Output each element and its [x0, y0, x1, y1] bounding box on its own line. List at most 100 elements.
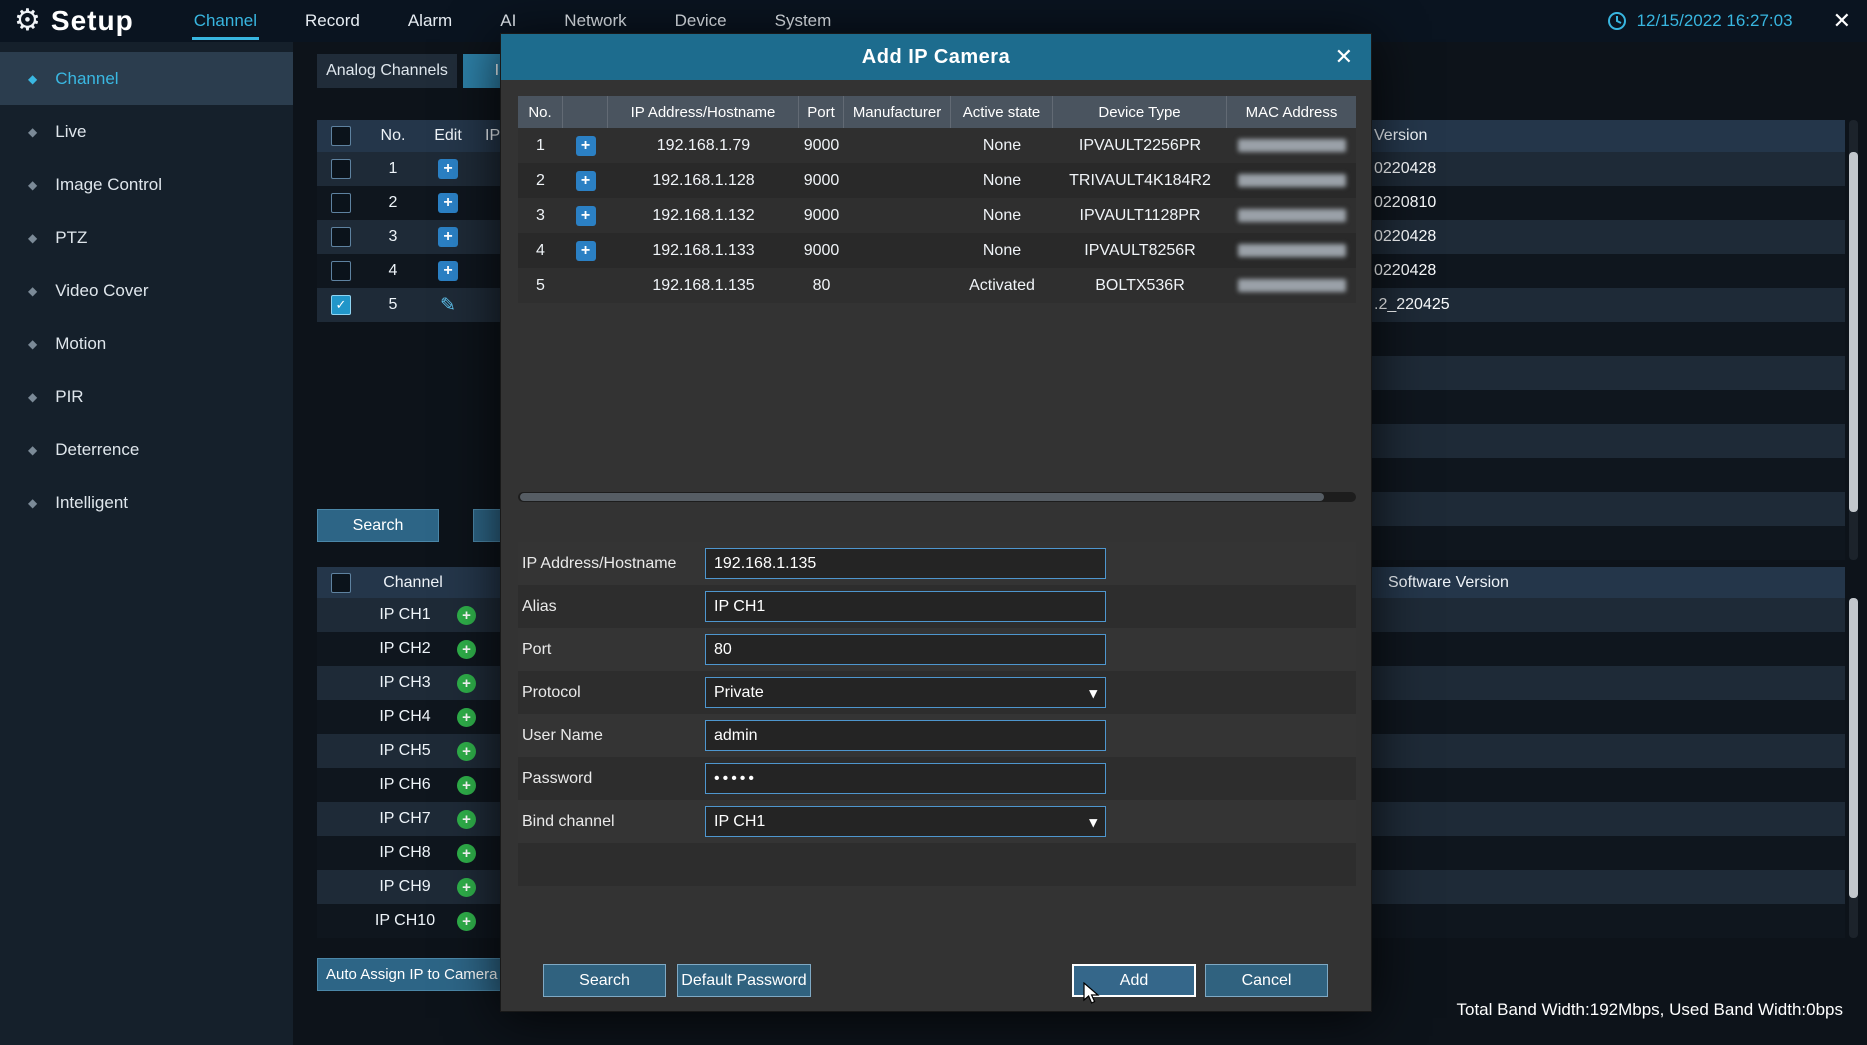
col-header-ip-address-hostname: IP Address/Hostname — [608, 96, 799, 128]
sidebar-bullet-icon: ◆ — [28, 390, 37, 404]
sidebar-item-motion[interactable]: ◆Motion — [0, 317, 293, 370]
sidebar-item-label: Channel — [55, 69, 118, 89]
row-checkbox[interactable] — [331, 227, 351, 247]
row-checkbox[interactable]: ✓ — [331, 295, 351, 315]
add-ip-camera-button[interactable]: + — [457, 912, 476, 931]
select-all-checkbox[interactable] — [331, 126, 351, 146]
add-channel-button[interactable]: + — [438, 193, 458, 213]
add-ip-camera-button[interactable]: + — [457, 742, 476, 761]
device-table-rows: 1+192.168.1.799000NoneIPVAULT2256PR2+192… — [518, 128, 1356, 303]
scrollbar-thumb[interactable] — [1849, 152, 1858, 512]
device-port: 9000 — [799, 207, 844, 225]
menu-item-channel[interactable]: Channel — [192, 0, 259, 42]
select-protocol[interactable]: Private▾ — [705, 677, 1106, 708]
row-number: 5 — [365, 296, 421, 314]
device-no: 1 — [518, 137, 563, 155]
add-ip-camera-button[interactable]: + — [457, 674, 476, 693]
add-channel-button[interactable]: + — [438, 227, 458, 247]
input-user-name[interactable] — [705, 720, 1106, 751]
sidebar-item-pir[interactable]: ◆ PIR — [0, 370, 293, 423]
device-active-state: None — [951, 137, 1053, 155]
add-device-button[interactable]: + — [576, 206, 596, 226]
device-port: 9000 — [799, 242, 844, 260]
add-channel-button[interactable]: + — [438, 159, 458, 179]
topbar-right: 12/15/2022 16:27:03 ✕ — [1607, 8, 1851, 34]
firmware-version: 0220428 — [1374, 220, 1436, 254]
menu-item-record[interactable]: Record — [303, 0, 362, 42]
sidebar-item-label: Video Cover — [55, 281, 148, 301]
add-ip-camera-button[interactable]: + — [457, 844, 476, 863]
channel-label: IP CH6 — [365, 776, 445, 794]
sidebar-item-ptz[interactable]: ◆PTZ — [0, 211, 293, 264]
mouse-cursor — [1082, 982, 1104, 1006]
sidebar-item-video-cover[interactable]: ◆Video Cover — [0, 264, 293, 317]
edit-icon[interactable]: ✎ — [440, 294, 456, 317]
add-ip-camera-dialog: Add IP Camera ✕ No.IP Address/HostnamePo… — [500, 33, 1372, 1012]
mac-address-redacted — [1238, 174, 1346, 187]
add-ip-camera-button[interactable]: + — [457, 606, 476, 625]
sidebar-item-label: Deterrence — [55, 440, 139, 460]
horizontal-scrollbar-track — [518, 492, 1356, 502]
search-button[interactable]: Search — [543, 964, 666, 997]
device-type: IPVAULT1128PR — [1053, 207, 1227, 225]
sidebar-item-live[interactable]: ◆Live — [0, 105, 293, 158]
sidebar-bullet-icon: ◆ — [28, 337, 37, 351]
device-type: TRIVAULT4K184R2 — [1053, 172, 1227, 190]
firmware-version: 0220810 — [1374, 186, 1436, 220]
add-ip-camera-button[interactable]: + — [457, 708, 476, 727]
row-checkbox[interactable] — [331, 159, 351, 179]
app-close-icon[interactable]: ✕ — [1833, 8, 1851, 34]
sidebar-item-label: PIR — [55, 387, 83, 407]
input-port[interactable] — [705, 634, 1106, 665]
device-no: 4 — [518, 242, 563, 260]
sidebar-item-label: PTZ — [55, 228, 87, 248]
device-type: IPVAULT2256PR — [1053, 137, 1227, 155]
sidebar-bullet-icon: ◆ — [28, 178, 37, 192]
sidebar-item-image-control[interactable]: ◆ Image Control — [0, 158, 293, 211]
channel-label: IP CH10 — [365, 912, 445, 930]
selected-value: IP CH1 — [714, 813, 765, 831]
row-checkbox[interactable] — [331, 261, 351, 281]
channel-label: IP CH7 — [365, 810, 445, 828]
row-number: 4 — [365, 262, 421, 280]
row-number: 3 — [365, 228, 421, 246]
dialog-close-icon[interactable]: ✕ — [1335, 34, 1353, 80]
default-password-button[interactable]: Default Password — [677, 964, 811, 997]
add-device-button[interactable]: + — [576, 136, 596, 156]
tab-analog-channels[interactable]: Analog Channels — [317, 54, 457, 88]
input-ip-address-hostname[interactable] — [705, 548, 1106, 579]
search-button-background[interactable]: Search — [317, 509, 439, 542]
add-channel-button[interactable]: + — [438, 261, 458, 281]
add-ip-camera-button[interactable]: + — [457, 878, 476, 897]
channel-label: IP CH9 — [365, 878, 445, 896]
add-device-button[interactable]: + — [576, 171, 596, 191]
add-ip-camera-button[interactable]: + — [457, 776, 476, 795]
mac-address-redacted — [1238, 244, 1346, 257]
sidebar-bullet-icon: ◆ — [28, 443, 37, 457]
sidebar-item-channel[interactable]: ◆Channel — [0, 52, 293, 105]
select-all-channels-checkbox[interactable] — [331, 573, 351, 593]
form-row-ip-address-hostname: IP Address/Hostname — [518, 542, 1356, 585]
field-label: Alias — [522, 585, 557, 628]
row-checkbox[interactable] — [331, 193, 351, 213]
add-ip-camera-button[interactable]: + — [457, 640, 476, 659]
sidebar-item-label: Image Control — [55, 175, 162, 195]
scrollbar-track-bottom — [1849, 598, 1858, 938]
auto-assign-ip-button[interactable]: Auto Assign IP to Camera — [317, 958, 527, 991]
add-device-button[interactable]: + — [576, 241, 596, 261]
sidebar-item-deterrence[interactable]: ◆ Deterrence — [0, 423, 293, 476]
field-label: Protocol — [522, 671, 581, 714]
horizontal-scrollbar-thumb[interactable] — [520, 493, 1324, 501]
input-alias[interactable] — [705, 591, 1106, 622]
add-ip-camera-button[interactable]: + — [457, 810, 476, 829]
col-header-no: No. — [518, 96, 563, 128]
menu-item-alarm[interactable]: Alarm — [406, 0, 454, 42]
input-password[interactable] — [705, 763, 1106, 794]
cancel-button[interactable]: Cancel — [1205, 964, 1328, 997]
device-port: 9000 — [799, 172, 844, 190]
device-row: 4+192.168.1.1339000NoneIPVAULT8256R — [518, 233, 1356, 268]
sidebar-item-intelligent[interactable]: ◆Intelligent — [0, 476, 293, 529]
select-bind-channel[interactable]: IP CH1▾ — [705, 806, 1106, 837]
scrollbar-thumb[interactable] — [1849, 598, 1858, 898]
channel-label: IP CH5 — [365, 742, 445, 760]
